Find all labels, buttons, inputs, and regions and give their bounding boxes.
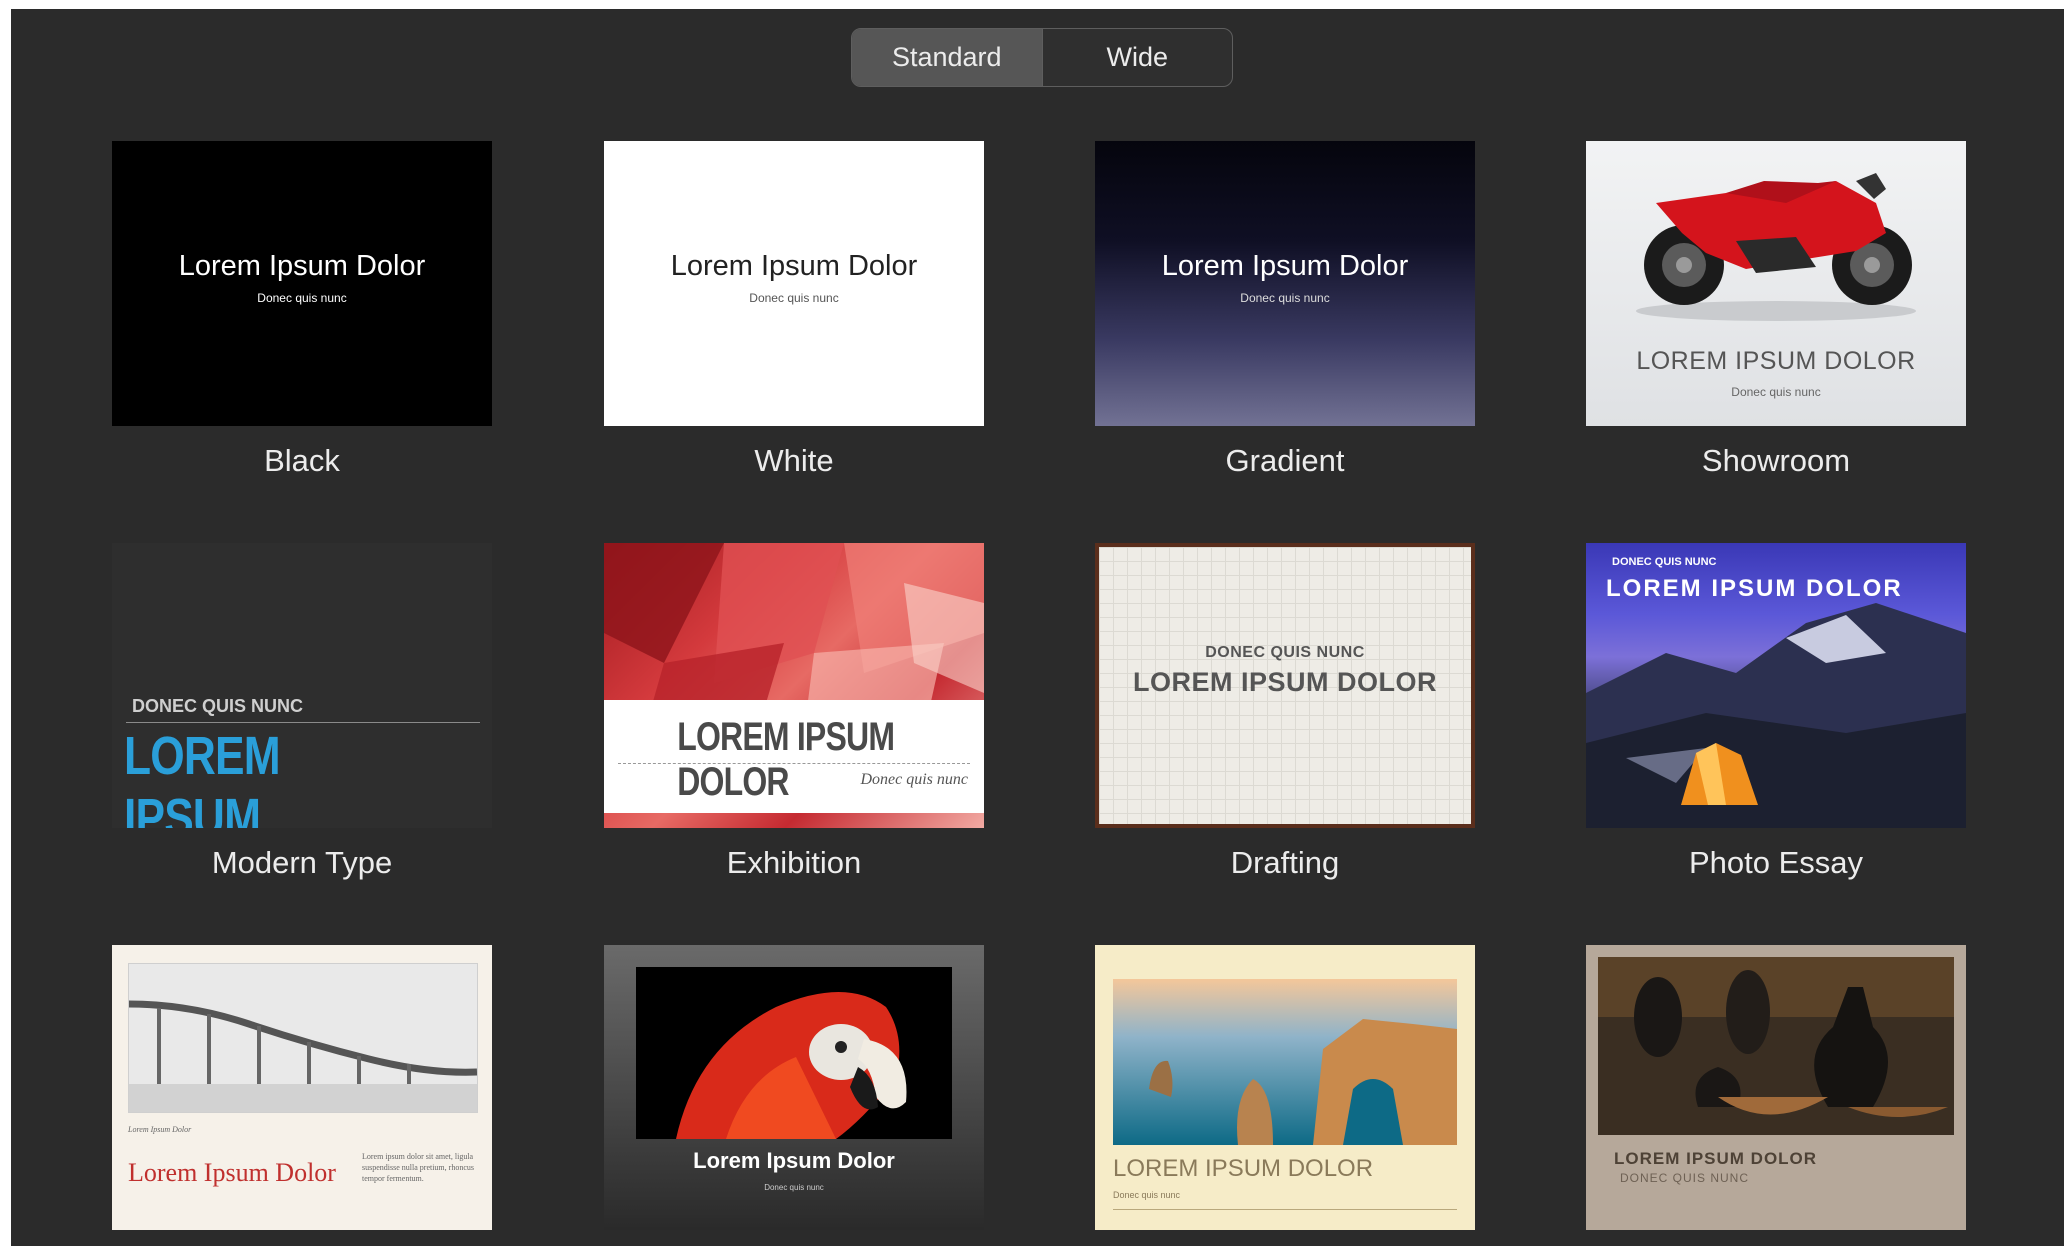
thumb-title: Lorem Ipsum Dolor xyxy=(178,250,426,282)
motorcycle-image xyxy=(1636,173,1916,321)
thumb-rule xyxy=(618,763,970,765)
thumb-body: Lorem ipsum dolor sit amet, ligula suspe… xyxy=(362,1152,474,1183)
theme-thumbnail-row3-4[interactable]: LOREM IPSUM DOLOR DONEC QUIS NUNC xyxy=(1586,945,1966,1230)
thumb-title: Lorem Ipsum Dolor xyxy=(128,1158,336,1187)
thumb-subtitle: Donec quis nunc xyxy=(764,1183,824,1192)
thumb-title: Lorem Ipsum Dolor xyxy=(670,250,918,282)
theme-label-black: Black xyxy=(264,443,340,478)
thumb-title: LOREM IPSUM DOLOR xyxy=(1606,575,1903,602)
thumb-subtitle: Donec quis nunc xyxy=(1731,385,1821,399)
theme-label-exhibition: Exhibition xyxy=(726,845,862,880)
coast-image xyxy=(1113,979,1457,1145)
thumb-rule xyxy=(126,722,480,723)
theme-thumbnail-white[interactable]: Lorem Ipsum Dolor Donec quis nunc xyxy=(604,141,984,426)
bridge-image xyxy=(128,963,478,1113)
thumb-rule xyxy=(1113,1209,1457,1210)
thumb-title: LOREM IPSUM DOLOR xyxy=(677,715,895,804)
theme-label-photo-essay: Photo Essay xyxy=(1688,845,1864,880)
thumb-title: LOREM IPSUM DOLOR xyxy=(1113,1155,1374,1182)
thumb-kicker: DONEC QUIS NUNC xyxy=(132,696,304,716)
theme-chooser: Standard Wide Lorem Ipsum Dolor Donec qu… xyxy=(11,9,2064,1246)
thumb-subtitle: Donec quis nunc xyxy=(1113,1190,1181,1200)
thumb-subtitle: Donec quis nunc xyxy=(257,291,347,305)
theme-thumbnail-modern-type[interactable]: DONEC QUIS NUNC LOREM IPSUM xyxy=(112,543,492,828)
thumb-caption: Lorem Ipsum Dolor xyxy=(128,1125,192,1134)
theme-thumbnail-showroom[interactable]: LOREM IPSUM DOLOR Donec quis nunc xyxy=(1586,141,1966,426)
wide-segment[interactable]: Wide xyxy=(1043,29,1233,86)
theme-thumbnail-gradient[interactable]: Lorem Ipsum Dolor Donec quis nunc xyxy=(1095,141,1475,426)
theme-thumbnail-row3-1[interactable]: Lorem Ipsum Dolor Lorem Ipsum Dolor Lore… xyxy=(112,945,492,1230)
thumb-kicker: DONEC QUIS NUNC xyxy=(1612,556,1717,568)
theme-thumbnail-drafting[interactable]: DONEC QUIS NUNC LOREM IPSUM DOLOR xyxy=(1095,543,1475,828)
slide-size-segmented-control: Standard Wide xyxy=(851,28,1233,87)
theme-thumbnail-photo-essay[interactable]: DONEC QUIS NUNC LOREM IPSUM DOLOR xyxy=(1586,543,1966,828)
theme-thumbnail-black[interactable]: Lorem Ipsum Dolor Donec quis nunc xyxy=(112,141,492,426)
theme-label-modern-type: Modern Type xyxy=(211,845,393,880)
thumb-title: Lorem Ipsum Dolor xyxy=(1161,250,1409,282)
thumb-title: LOREM IPSUM DOLOR xyxy=(1614,1149,1818,1168)
thumb-kicker: DONEC QUIS NUNC xyxy=(1205,644,1365,661)
thumb-subtitle: Donec quis nunc xyxy=(860,771,968,788)
thumb-subtitle: Donec quis nunc xyxy=(1240,291,1330,305)
thumb-title: LOREM IPSUM DOLOR xyxy=(1636,347,1916,375)
pottery-image xyxy=(1598,957,1954,1135)
thumb-title: LOREM IPSUM xyxy=(124,726,281,828)
parrot-image xyxy=(636,967,952,1139)
theme-label-showroom: Showroom xyxy=(1701,443,1851,478)
theme-thumbnail-row3-2[interactable]: Lorem Ipsum Dolor Donec quis nunc xyxy=(604,945,984,1230)
theme-label-drafting: Drafting xyxy=(1230,845,1340,880)
thumb-subtitle: DONEC QUIS NUNC xyxy=(1620,1171,1750,1185)
theme-label-gradient: Gradient xyxy=(1225,443,1345,478)
theme-thumbnail-row3-3[interactable]: LOREM IPSUM DOLOR Donec quis nunc xyxy=(1095,945,1475,1230)
thumb-title: LOREM IPSUM DOLOR xyxy=(1133,667,1437,697)
thumb-title: Lorem Ipsum Dolor xyxy=(693,1148,895,1173)
theme-thumbnail-exhibition[interactable]: LOREM IPSUM DOLOR Donec quis nunc xyxy=(604,543,984,828)
thumb-subtitle: Donec quis nunc xyxy=(749,291,839,305)
standard-segment[interactable]: Standard xyxy=(852,29,1042,86)
theme-label-white: White xyxy=(754,443,834,478)
